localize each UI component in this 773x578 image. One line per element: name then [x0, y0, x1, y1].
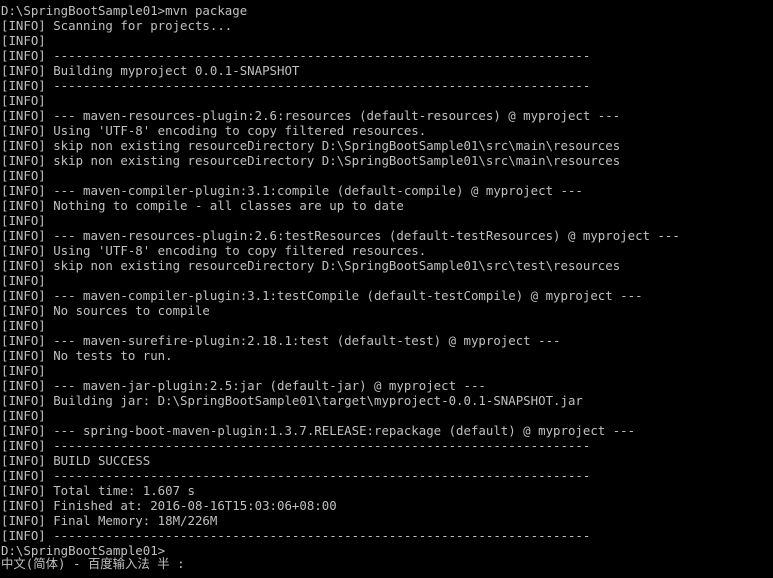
terminal-line: [INFO] skip non existing resourceDirecto… [1, 258, 621, 273]
terminal-line: [INFO] [1, 318, 46, 333]
terminal-line: [INFO] Final Memory: 18M/226M [1, 513, 218, 528]
terminal-line: [INFO] Total time: 1.607 s [1, 483, 195, 498]
terminal-line: [INFO] --- maven-jar-plugin:2.5:jar (def… [1, 378, 486, 393]
terminal-line: [INFO] --- maven-resources-plugin:2.6:re… [1, 108, 621, 123]
terminal-line: [INFO] ---------------------------------… [1, 48, 591, 63]
terminal-line: [INFO] --- maven-compiler-plugin:3.1:tes… [1, 288, 643, 303]
terminal-line: [INFO] ---------------------------------… [1, 528, 591, 543]
ime-status-bar: 中文(简体) - 百度输入法 半 : [1, 556, 185, 571]
terminal-line: [INFO] ---------------------------------… [1, 438, 591, 453]
terminal-line: [INFO] Finished at: 2016-08-16T15:03:06+… [1, 498, 337, 513]
terminal-line: [INFO] [1, 33, 46, 48]
terminal-line: [INFO] --- maven-compiler-plugin:3.1:com… [1, 183, 583, 198]
terminal-line: [INFO] [1, 93, 46, 108]
terminal-line: [INFO] skip non existing resourceDirecto… [1, 138, 621, 153]
terminal-line: [INFO] [1, 363, 46, 378]
terminal-line: [INFO] [1, 168, 46, 183]
terminal-line: [INFO] skip non existing resourceDirecto… [1, 153, 621, 168]
terminal-line: [INFO] BUILD SUCCESS [1, 453, 151, 468]
terminal-line: [INFO] Building myproject 0.0.1-SNAPSHOT [1, 63, 300, 78]
terminal-line: [INFO] ---------------------------------… [1, 78, 591, 93]
terminal-line: [INFO] --- maven-surefire-plugin:2.18.1:… [1, 333, 561, 348]
terminal-line: [INFO] [1, 213, 46, 228]
terminal-line: [INFO] Scanning for projects... [1, 18, 233, 33]
terminal-line: [INFO] --- spring-boot-maven-plugin:1.3.… [1, 423, 636, 438]
terminal-line: [INFO] --- maven-resources-plugin:2.6:te… [1, 228, 680, 243]
terminal-line: [INFO] [1, 408, 46, 423]
terminal-output[interactable]: D:\SpringBootSample01>mvn package [INFO]… [0, 0, 773, 578]
terminal-line: [INFO] Using 'UTF-8' encoding to copy fi… [1, 243, 427, 258]
terminal-line: [INFO] [1, 273, 46, 288]
terminal-line: [INFO] Nothing to compile - all classes … [1, 198, 404, 213]
terminal-line: [INFO] No sources to compile [1, 303, 210, 318]
terminal-line: [INFO] No tests to run. [1, 348, 173, 363]
terminal-line: [INFO] ---------------------------------… [1, 468, 591, 483]
terminal-line: [INFO] Using 'UTF-8' encoding to copy fi… [1, 123, 427, 138]
terminal-line: [INFO] Building jar: D:\SpringBootSample… [1, 393, 583, 408]
terminal-line: D:\SpringBootSample01>mvn package [1, 3, 248, 18]
